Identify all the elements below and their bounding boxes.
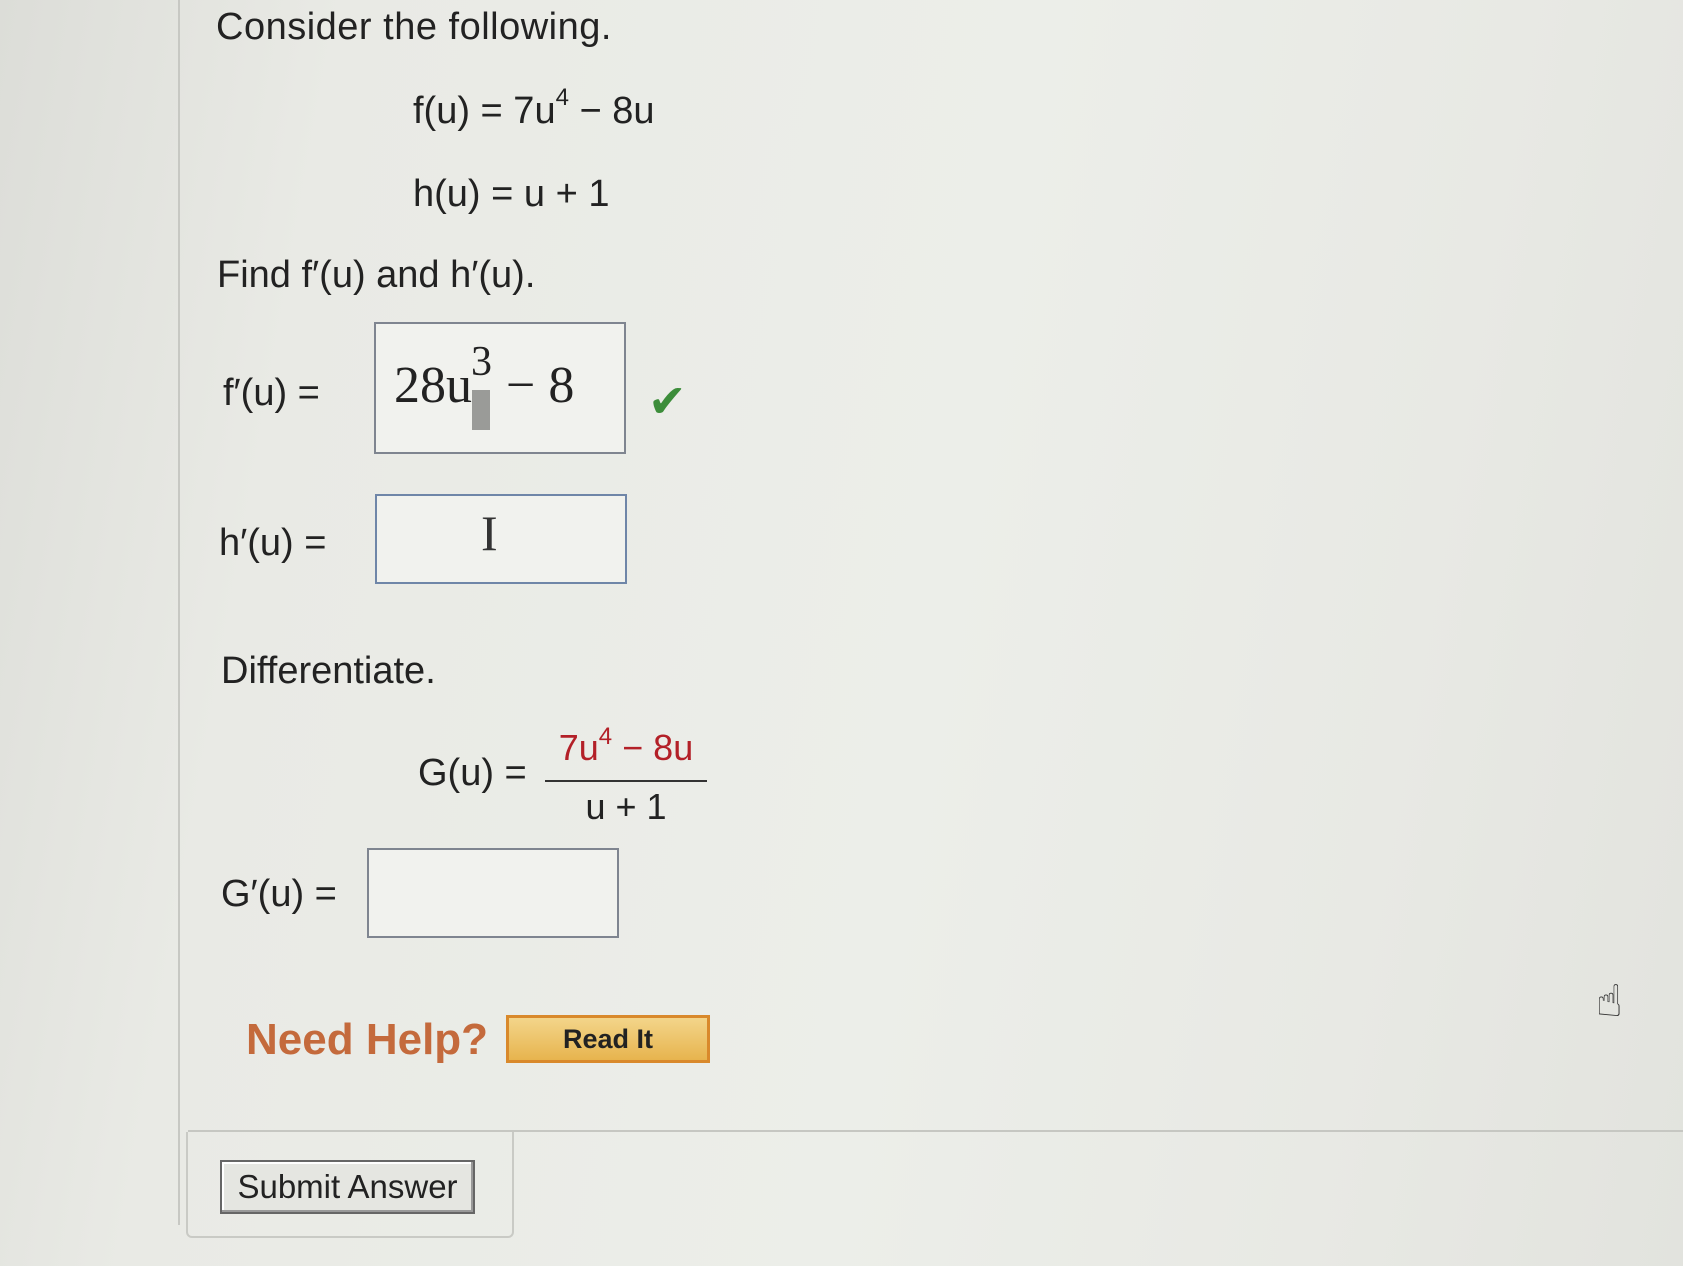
find-prompt: Find f′(u) and h′(u). [217, 254, 536, 296]
webassign-question-page: Consider the following. f(u) = 7u4 − 8u … [0, 0, 1683, 1266]
f-prime-label: f′(u) = [223, 372, 320, 414]
h-prime-answer-field[interactable]: I [375, 494, 627, 584]
h-prime-label: h′(u) = [219, 522, 327, 564]
h-definition: h(u) = u + 1 [413, 173, 610, 215]
read-it-button[interactable]: Read It [506, 1015, 710, 1063]
f-prime-answer-exponent: 3 [471, 339, 492, 385]
G-numerator-exponent: 4 [598, 723, 613, 750]
f-definition: f(u) = 7u4 − 8u [413, 86, 655, 133]
G-numerator-term-b: − 8u [612, 727, 694, 768]
fraction-bar [545, 780, 707, 782]
G-numerator: 7u4 − 8u [546, 725, 706, 769]
G-prime-label: G′(u) = [221, 873, 337, 915]
G-denominator: u + 1 [585, 786, 667, 827]
f-prime-answer-coeff: 28u [394, 357, 472, 414]
f-prime-answer-rest: − 8 [506, 357, 575, 414]
f-definition-main: f(u) = 7u [413, 90, 556, 132]
question-heading: Consider the following. [216, 6, 612, 48]
f-definition-rest: − 8u [568, 90, 655, 132]
G-prime-answer-field[interactable] [367, 848, 619, 938]
correct-check-icon: ✔ [648, 375, 687, 427]
G-numerator-term-a: 7u [558, 727, 599, 768]
G-definition-lhs: G(u) = [418, 752, 527, 794]
f-definition-exponent: 4 [555, 84, 569, 111]
submit-answer-button[interactable]: Submit Answer [220, 1160, 475, 1214]
pointer-cursor-icon: ☝ [1596, 977, 1623, 1026]
differentiate-prompt: Differentiate. [221, 650, 436, 692]
need-help-label: Need Help? [246, 1015, 489, 1064]
text-cursor-icon: I [481, 505, 498, 561]
panel-left-border [178, 0, 180, 1225]
f-prime-answer-field[interactable]: 28u 3 − 8 [374, 322, 626, 454]
text-caret [472, 390, 490, 430]
